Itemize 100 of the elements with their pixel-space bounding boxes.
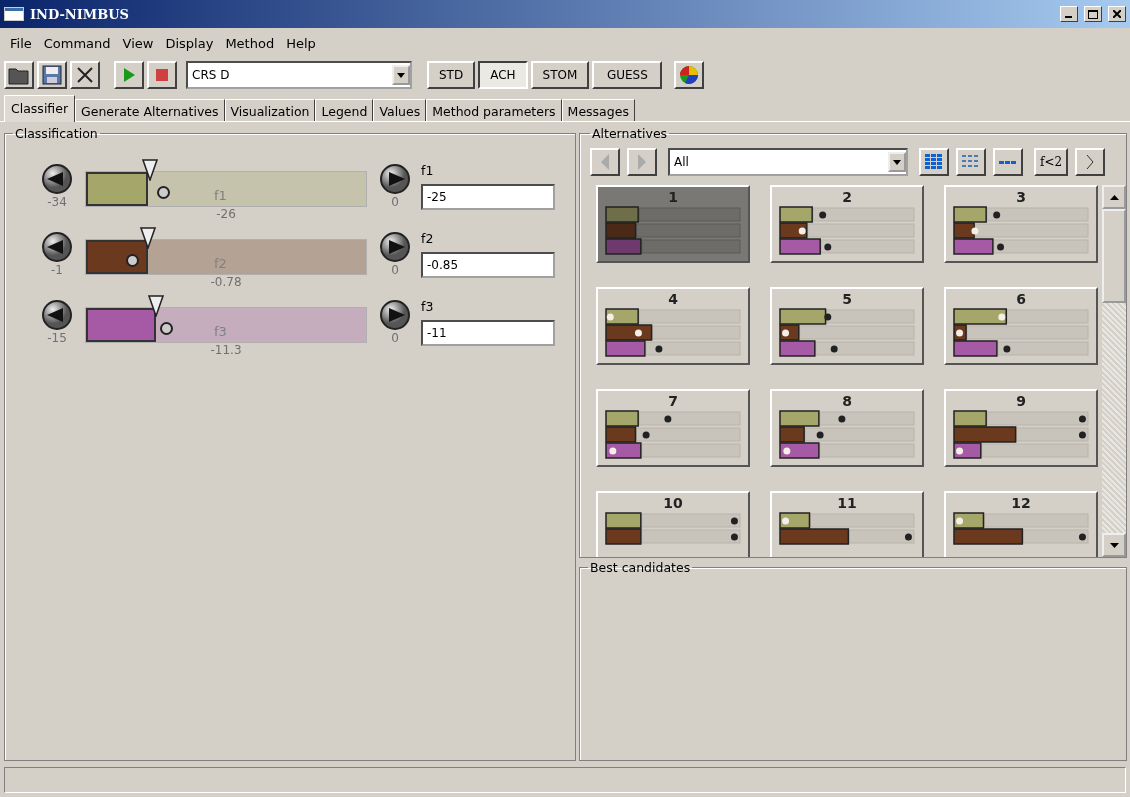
alternative-card[interactable]: 4 xyxy=(596,287,750,365)
scroll-thumb[interactable] xyxy=(1102,209,1126,303)
filter-dropdown[interactable]: All xyxy=(668,148,908,176)
alternative-card[interactable]: 12 xyxy=(944,491,1098,557)
right-arrow-knob-icon[interactable] xyxy=(379,299,411,331)
menu-item[interactable]: Display xyxy=(159,36,220,51)
right-arrow-knob-icon[interactable] xyxy=(379,163,411,195)
value-input[interactable]: -11 xyxy=(421,320,555,346)
play-button[interactable] xyxy=(114,61,144,89)
objective-label: f2 xyxy=(421,231,435,246)
open-button[interactable] xyxy=(4,61,34,89)
row-view-button[interactable] xyxy=(993,148,1023,176)
alternative-card[interactable]: 5 xyxy=(770,287,924,365)
mode-button[interactable]: ACH xyxy=(478,61,528,89)
alternative-number: 7 xyxy=(668,393,678,410)
alternative-number: 4 xyxy=(668,291,678,308)
window-icon xyxy=(4,7,24,21)
row-icon xyxy=(998,159,1018,165)
close-icon xyxy=(1113,10,1121,18)
tab[interactable]: Values xyxy=(373,99,427,121)
current-value: -26 xyxy=(216,207,236,221)
save-button[interactable] xyxy=(37,61,67,89)
alternative-card[interactable]: 6 xyxy=(944,287,1098,365)
current-value: -11.3 xyxy=(210,343,242,357)
right-triangle-icon xyxy=(637,153,647,171)
close-icon xyxy=(76,66,94,84)
current-value: -0.78 xyxy=(210,275,242,289)
stop-button[interactable] xyxy=(147,61,177,89)
minimize-button[interactable] xyxy=(1060,6,1078,22)
left-triangle-icon xyxy=(600,153,610,171)
mode-button[interactable]: STD xyxy=(427,61,476,89)
alternative-card[interactable]: 1 xyxy=(596,185,750,263)
value-input[interactable]: -25 xyxy=(421,184,555,210)
menu-item[interactable]: Method xyxy=(219,36,281,51)
scroll-down-button[interactable] xyxy=(1102,533,1126,557)
large-grid-button[interactable] xyxy=(919,148,949,176)
panel-title: Classification xyxy=(14,126,99,141)
alternative-number: 2 xyxy=(842,189,852,206)
tab[interactable]: Generate Alternatives xyxy=(75,99,225,121)
small-grid-button[interactable] xyxy=(956,148,986,176)
tab[interactable]: Messages xyxy=(561,99,635,121)
left-arrow-knob-icon[interactable] xyxy=(41,299,73,331)
value-input[interactable]: -0.85 xyxy=(421,252,555,278)
window-title: IND-NIMBUS xyxy=(30,6,130,22)
menu-item[interactable]: View xyxy=(116,36,160,51)
mode-button[interactable]: GUESS xyxy=(592,61,663,89)
caret-down-icon xyxy=(1109,542,1119,548)
close-button[interactable] xyxy=(1108,6,1126,22)
caret-up-icon xyxy=(1109,194,1119,200)
dropdown-arrow-button[interactable] xyxy=(392,65,410,85)
thumb-handle[interactable] xyxy=(148,295,164,317)
alternative-number: 6 xyxy=(1016,291,1026,308)
delete-button[interactable] xyxy=(70,61,100,89)
thumb-handle[interactable] xyxy=(142,159,159,181)
maximize-button[interactable] xyxy=(1084,6,1102,22)
folder-icon xyxy=(8,65,30,85)
alternative-card[interactable]: 7 xyxy=(596,389,750,467)
save-icon xyxy=(42,65,62,85)
max-value: 0 xyxy=(391,263,399,277)
scroll-right-button[interactable] xyxy=(1075,148,1106,176)
solver-dropdown[interactable]: CRS D xyxy=(186,61,412,89)
right-arrow-knob-icon[interactable] xyxy=(379,231,411,263)
tab[interactable]: Visualization xyxy=(224,99,316,121)
alternative-number: 12 xyxy=(1011,495,1031,512)
caret-down-icon xyxy=(893,159,901,165)
next-button[interactable] xyxy=(627,148,657,176)
tab[interactable]: Classifier xyxy=(4,95,76,122)
panel-title: Best candidates xyxy=(589,560,692,575)
alternative-number: 5 xyxy=(842,291,852,308)
alternative-card[interactable]: 3 xyxy=(944,185,1098,263)
left-arrow-knob-icon[interactable] xyxy=(41,231,73,263)
alternative-number: 10 xyxy=(663,495,683,512)
dropdown-arrow-button[interactable] xyxy=(888,152,906,172)
alternative-number: 8 xyxy=(842,393,852,410)
alternative-card[interactable]: 2 xyxy=(770,185,924,263)
objective-label: f3 xyxy=(421,299,435,314)
previous-button[interactable] xyxy=(590,148,620,176)
alternative-card[interactable]: 9 xyxy=(944,389,1098,467)
alternative-number: 11 xyxy=(837,495,857,512)
thumb-handle[interactable] xyxy=(139,227,156,249)
alternative-card[interactable]: 8 xyxy=(770,389,924,467)
tab[interactable]: Method parameters xyxy=(426,99,562,121)
alternative-number: 9 xyxy=(1016,393,1026,410)
caret-down-icon xyxy=(397,72,405,78)
alternative-card[interactable]: 10 xyxy=(596,491,750,557)
alternative-number: 3 xyxy=(1016,189,1026,206)
pie-chart-button[interactable] xyxy=(674,61,705,89)
chevron-right-icon xyxy=(1086,154,1095,170)
filter-button[interactable]: f<2 xyxy=(1034,148,1069,176)
scrollbar[interactable] xyxy=(1102,185,1126,557)
mode-button[interactable]: STOM xyxy=(530,61,590,89)
alternative-card[interactable]: 11 xyxy=(770,491,924,557)
pie-chart-icon xyxy=(679,65,700,85)
left-arrow-knob-icon[interactable] xyxy=(41,163,73,195)
tab[interactable]: Legend xyxy=(315,99,374,121)
menu-item[interactable]: Command xyxy=(37,36,117,51)
menu-item[interactable]: Help xyxy=(280,36,322,51)
max-value: 0 xyxy=(391,331,399,345)
scroll-up-button[interactable] xyxy=(1102,185,1126,209)
menu-item[interactable]: File xyxy=(4,36,38,51)
